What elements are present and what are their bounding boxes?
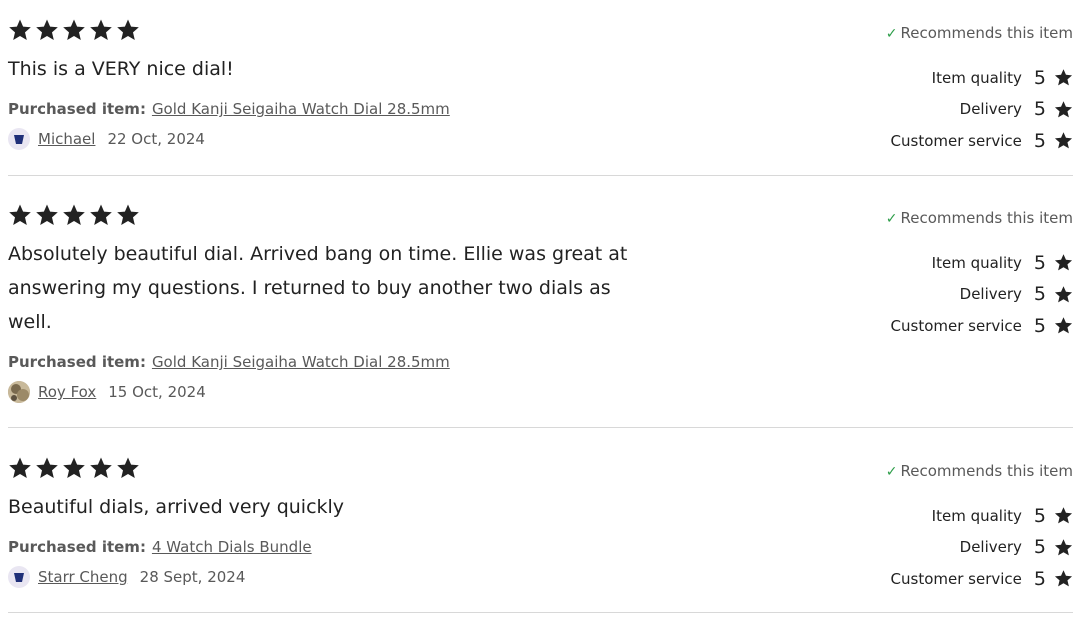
rating-label: Item quality — [931, 253, 1022, 272]
recommends-text: Recommends this item — [900, 462, 1074, 480]
purchased-item-link[interactable]: Gold Kanji Seigaiha Watch Dial 28.5mm — [152, 353, 450, 371]
review-date: 22 Oct, 2024 — [107, 130, 205, 148]
recommends-badge: ✓ Recommends this item — [886, 209, 1073, 227]
rating-value: 5 — [1033, 567, 1046, 590]
reviewer-info: Starr Cheng 28 Sept, 2024 — [8, 566, 245, 588]
rating-item-quality: Item quality 5 — [891, 62, 1073, 94]
rating-label: Item quality — [931, 68, 1022, 87]
avatar — [8, 381, 30, 403]
recommends-badge: ✓ Recommends this item — [886, 24, 1073, 42]
rating-value: 5 — [1033, 536, 1046, 559]
star-rating — [8, 203, 140, 227]
star-icon — [1054, 569, 1073, 588]
review-card: Absolutely beautiful dial. Arrived bang … — [8, 201, 1073, 428]
purchased-item-label: Purchased item: — [8, 538, 146, 556]
rating-value: 5 — [1033, 251, 1046, 274]
star-icon — [89, 203, 113, 227]
rating-label: Customer service — [890, 131, 1022, 150]
rating-label: Delivery — [959, 285, 1022, 304]
recommends-text: Recommends this item — [900, 24, 1074, 42]
rating-value: 5 — [1033, 314, 1046, 337]
star-icon — [8, 18, 32, 42]
star-icon — [1054, 68, 1073, 87]
star-icon — [35, 203, 59, 227]
recommends-text: Recommends this item — [900, 209, 1074, 227]
review-date: 28 Sept, 2024 — [139, 568, 246, 586]
star-icon — [62, 18, 86, 42]
check-icon: ✓ — [885, 211, 898, 227]
star-icon — [1054, 100, 1073, 119]
sub-ratings: Item quality 5 Delivery 5 Customer service… — [891, 62, 1073, 157]
check-icon: ✓ — [885, 26, 898, 42]
star-icon — [89, 456, 113, 480]
review-text: Absolutely beautiful dial. Arrived bang … — [8, 243, 628, 333]
rating-delivery: Delivery 5 — [891, 94, 1073, 126]
rating-value: 5 — [1033, 98, 1046, 121]
avatar — [8, 128, 30, 150]
star-icon — [89, 18, 113, 42]
reviewer-info: Michael 22 Oct, 2024 — [8, 128, 205, 150]
purchased-item: Purchased item: Gold Kanji Seigaiha Watch… — [8, 100, 450, 118]
star-icon — [35, 456, 59, 480]
review-text: Beautiful dials, arrived very quickly — [8, 496, 345, 518]
purchased-item-link[interactable]: Gold Kanji Seigaiha Watch Dial 28.5mm — [152, 100, 450, 118]
reviewer-name-link[interactable]: Starr Cheng — [38, 568, 128, 586]
star-icon — [116, 203, 140, 227]
rating-delivery: Delivery 5 — [891, 532, 1073, 564]
sub-ratings: Item quality 5 Delivery 5 Customer service… — [891, 247, 1073, 342]
rating-value: 5 — [1033, 504, 1046, 527]
review-date: 15 Oct, 2024 — [108, 383, 206, 401]
star-icon — [1054, 316, 1073, 335]
rating-label: Customer service — [890, 569, 1022, 588]
review-text: This is a VERY nice dial! — [8, 58, 234, 80]
sub-ratings: Item quality 5 Delivery 5 Customer service… — [891, 500, 1073, 595]
purchased-item-label: Purchased item: — [8, 353, 146, 371]
rating-label: Delivery — [959, 100, 1022, 119]
purchased-item: Purchased item: Gold Kanji Seigaiha Watch… — [8, 353, 450, 371]
star-icon — [62, 203, 86, 227]
rating-customer-service: Customer service 5 — [891, 563, 1073, 595]
star-icon — [1054, 538, 1073, 557]
rating-customer-service: Customer service 5 — [891, 125, 1073, 157]
rating-item-quality: Item quality 5 — [891, 500, 1073, 532]
star-icon — [1054, 253, 1073, 272]
rating-value: 5 — [1033, 66, 1046, 89]
rating-customer-service: Customer service 5 — [891, 310, 1073, 342]
star-icon — [35, 18, 59, 42]
purchased-item: Purchased item: 4 Watch Dials Bundle — [8, 538, 312, 556]
reviewer-name-link[interactable]: Michael — [38, 130, 95, 148]
star-rating — [8, 18, 140, 42]
star-icon — [1054, 506, 1073, 525]
rating-value: 5 — [1033, 283, 1046, 306]
recommends-badge: ✓ Recommends this item — [886, 462, 1073, 480]
check-icon: ✓ — [885, 464, 898, 480]
reviewer-info: Roy Fox 15 Oct, 2024 — [8, 381, 206, 403]
avatar — [8, 566, 30, 588]
rating-item-quality: Item quality 5 — [891, 247, 1073, 279]
star-icon — [1054, 285, 1073, 304]
star-icon — [116, 18, 140, 42]
rating-label: Delivery — [959, 538, 1022, 557]
review-card: Beautiful dials, arrived very quickly Pu… — [8, 454, 1073, 613]
rating-value: 5 — [1033, 129, 1046, 152]
star-icon — [62, 456, 86, 480]
rating-delivery: Delivery 5 — [891, 279, 1073, 311]
rating-label: Item quality — [931, 506, 1022, 525]
star-icon — [1054, 131, 1073, 150]
star-rating — [8, 456, 140, 480]
star-icon — [116, 456, 140, 480]
reviewer-name-link[interactable]: Roy Fox — [38, 383, 96, 401]
review-card: This is a VERY nice dial! Purchased item… — [8, 16, 1073, 176]
purchased-item-link[interactable]: 4 Watch Dials Bundle — [152, 538, 312, 556]
star-icon — [8, 203, 32, 227]
rating-label: Customer service — [890, 316, 1022, 335]
purchased-item-label: Purchased item: — [8, 100, 146, 118]
star-icon — [8, 456, 32, 480]
